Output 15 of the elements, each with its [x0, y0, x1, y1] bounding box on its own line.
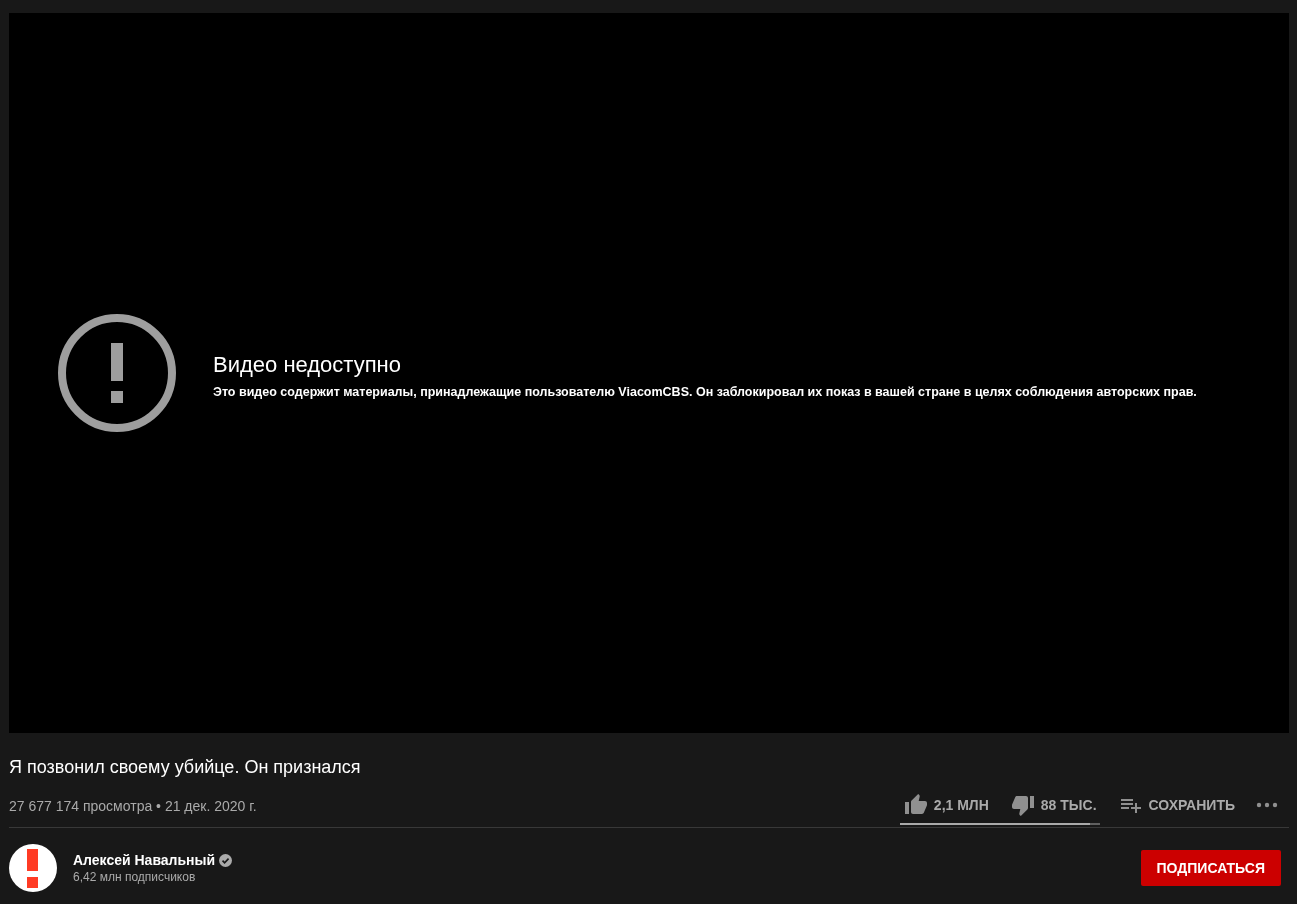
- video-meta: 27 677 174 просмотра • 21 дек. 2020 г.: [9, 798, 257, 814]
- video-player[interactable]: Видео недоступно Это видео содержит материалы, принадлежащие пользователю ViacomCBS. Он заблокировал их показ в вашей стране в целях соблюдения авторских прав.: [9, 13, 1289, 733]
- thumbs-down-icon: [1010, 793, 1035, 817]
- error-message: Это видео содержит материалы, принадлежащие пользователю ViacomCBS. Он заблокировал их показ в вашей стране в целях соблюдения авторских прав.: [213, 384, 1197, 400]
- like-button[interactable]: 2,1 МЛН: [899, 793, 993, 817]
- subscribe-button[interactable]: ПОДПИСАТЬСЯ: [1140, 850, 1281, 886]
- subscriber-count: 6,42 млн подписчиков: [73, 870, 197, 884]
- channel-avatar[interactable]: [9, 844, 57, 892]
- warning-icon: [57, 313, 177, 433]
- error-title: Видео недоступно: [213, 352, 402, 378]
- dislike-button[interactable]: 88 ТЫС.: [1006, 793, 1101, 817]
- thumbs-up-icon: [903, 793, 928, 817]
- video-title: Я позвонил своему убийце. Он признался: [9, 756, 362, 779]
- save-button[interactable]: СОХРАНИТЬ: [1114, 793, 1239, 817]
- channel-name[interactable]: Алексей Навальный: [73, 852, 216, 868]
